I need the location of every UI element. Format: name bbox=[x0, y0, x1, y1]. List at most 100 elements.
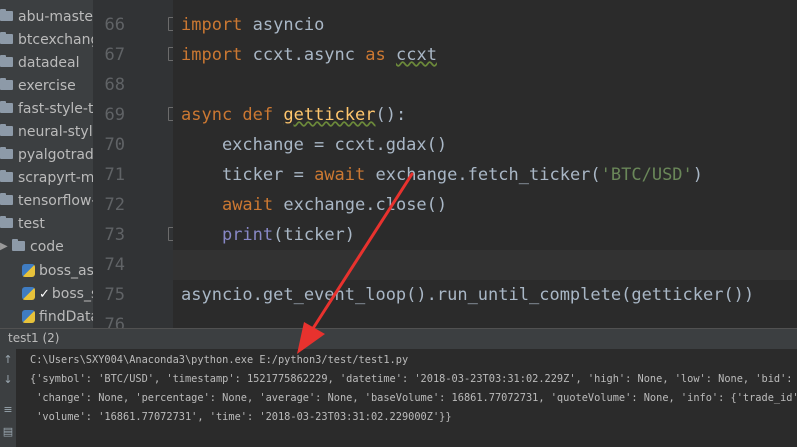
python-file-icon bbox=[22, 263, 35, 277]
tree-item-fast-style[interactable]: fast-style-tr bbox=[0, 98, 93, 120]
tree-item-label: code bbox=[30, 239, 64, 255]
tree-item-label: test bbox=[18, 216, 45, 232]
tree-item-label: pyalgotrade bbox=[18, 147, 93, 163]
tree-item-label: btcexchange bbox=[18, 32, 93, 48]
code-line-66: import asyncio bbox=[181, 10, 324, 40]
line-number: 71 bbox=[104, 165, 125, 185]
tree-item-neural-style[interactable]: neural-style bbox=[0, 121, 93, 143]
console-line: 'volume': '16861.77072731', 'time': '201… bbox=[30, 411, 452, 423]
line-number: 66 bbox=[104, 15, 125, 35]
keyword: as bbox=[365, 45, 386, 65]
tree-item-label: tensorflow- bbox=[18, 193, 93, 209]
tree-item-scrapyrt[interactable]: scrapyrt-ma bbox=[0, 167, 93, 189]
print-icon[interactable]: ▤ bbox=[2, 425, 14, 439]
tree-item-tensorflow[interactable]: tensorflow- bbox=[0, 190, 93, 212]
code-text: exchange.fetch_ticker( bbox=[365, 165, 601, 185]
line-number: 73 bbox=[104, 225, 125, 245]
keyword: import bbox=[181, 45, 243, 65]
code-line-69: async def getticker(): bbox=[181, 100, 406, 130]
code-text: ) bbox=[692, 165, 704, 185]
tree-item-exercise[interactable]: exercise bbox=[0, 75, 76, 97]
python-file-icon bbox=[22, 309, 35, 323]
keyword: await bbox=[221, 195, 274, 215]
tree-item-label: datadeal bbox=[18, 55, 80, 71]
tree-item-btcexchange[interactable]: btcexchange bbox=[0, 29, 93, 51]
code-text: (): bbox=[375, 105, 407, 125]
tree-item-finddata[interactable]: findData bbox=[22, 306, 93, 328]
folder-icon bbox=[0, 55, 13, 67]
scroll-icon[interactable]: ↓ bbox=[2, 373, 14, 387]
rerun-icon[interactable]: ↑ bbox=[2, 353, 14, 367]
console-line: {'symbol': 'BTC/USD', 'timestamp': 15217… bbox=[30, 373, 797, 385]
tree-item-code[interactable]: ▶ code bbox=[0, 236, 64, 258]
folder-icon bbox=[0, 147, 13, 159]
folder-icon bbox=[0, 101, 13, 113]
run-tab[interactable]: test1 (2) bbox=[8, 331, 60, 345]
tree-item-label: boss_s bbox=[51, 286, 93, 302]
keyword: await bbox=[314, 165, 366, 185]
code-text: exchange.close() bbox=[273, 195, 448, 215]
builtin-name: print bbox=[221, 225, 274, 245]
tree-item-pyalgotrade[interactable]: pyalgotrade bbox=[0, 144, 93, 166]
code-line-75: asyncio.get_event_loop().run_until_compl… bbox=[181, 285, 755, 305]
run-tool-window-header: test1 (2) bbox=[0, 328, 797, 349]
tree-item-label: exercise bbox=[18, 78, 76, 94]
code-text: ccxt bbox=[395, 45, 437, 65]
line-number: 68 bbox=[104, 75, 125, 95]
expand-arrow-icon[interactable]: ▶ bbox=[0, 236, 12, 258]
folder-icon bbox=[0, 78, 13, 90]
console-output[interactable]: C:\Users\SXY004\Anaconda3\python.exe E:/… bbox=[16, 349, 797, 447]
folder-icon bbox=[0, 32, 13, 44]
line-number: 70 bbox=[104, 135, 125, 155]
tree-item-label: findData bbox=[39, 309, 93, 325]
keyword: import bbox=[181, 15, 243, 35]
tree-item-label: fast-style-tr bbox=[18, 101, 93, 117]
check-icon: ✓ bbox=[39, 287, 50, 302]
tree-item-datadeal[interactable]: datadeal bbox=[0, 52, 80, 74]
editor-gutter: 66 67 68 69 70 71 72 73 74 75 76 bbox=[93, 0, 180, 335]
line-number: 75 bbox=[104, 285, 125, 305]
line-number: 74 bbox=[104, 255, 125, 275]
current-line-highlight bbox=[173, 250, 797, 280]
code-line-70: exchange = ccxt.gdax() bbox=[181, 135, 448, 155]
soft-wrap-icon[interactable]: ≡ bbox=[2, 403, 14, 417]
line-number: 72 bbox=[104, 195, 125, 215]
console-line: 'change': None, 'percentage': None, 'ave… bbox=[30, 392, 797, 404]
code-line-71: ticker = await exchange.fetch_ticker('BT… bbox=[181, 160, 703, 190]
folder-icon bbox=[0, 124, 13, 136]
code-text: ticker = bbox=[181, 165, 315, 185]
keyword: async bbox=[181, 105, 233, 125]
line-number: 69 bbox=[104, 105, 125, 125]
tree-item-boss-asy[interactable]: boss_asy bbox=[22, 260, 93, 282]
tree-item-label: scrapyrt-ma bbox=[18, 170, 93, 186]
tree-item-label: neural-style bbox=[18, 124, 93, 140]
folder-icon bbox=[12, 239, 25, 251]
keyword: def bbox=[232, 105, 284, 125]
folder-icon bbox=[0, 193, 13, 205]
folder-icon bbox=[0, 9, 13, 21]
folder-icon bbox=[0, 170, 13, 182]
string-literal: 'BTC/USD' bbox=[600, 165, 693, 185]
code-editor[interactable]: import asyncio import ccxt.async as ccxt… bbox=[173, 0, 797, 328]
code-line-73: print(ticker) bbox=[181, 220, 355, 250]
tree-item-boss-s[interactable]: ✓boss_s bbox=[22, 283, 93, 305]
tree-item-test[interactable]: test bbox=[0, 213, 45, 235]
folder-icon bbox=[0, 216, 13, 228]
code-text: ccxt.async bbox=[242, 45, 366, 65]
code-line-72: await exchange.close() bbox=[181, 190, 447, 220]
line-number: 67 bbox=[104, 45, 125, 65]
code-line-67: import ccxt.async as ccxt bbox=[181, 40, 437, 70]
tree-item-abu-master[interactable]: abu-master bbox=[0, 6, 93, 28]
tree-item-label: boss_asy bbox=[39, 263, 93, 279]
project-tree: abu-master btcexchange datadeal exercise… bbox=[0, 0, 93, 328]
function-name: getticker bbox=[283, 105, 376, 125]
tree-item-label: abu-master bbox=[18, 9, 93, 25]
code-text: (ticker) bbox=[273, 225, 356, 245]
python-file-icon bbox=[22, 286, 35, 300]
run-toolbar: ↑ ↓ ≡ ▤ bbox=[0, 349, 16, 447]
console-line: C:\Users\SXY004\Anaconda3\python.exe E:/… bbox=[30, 354, 409, 366]
code-text: asyncio bbox=[242, 15, 325, 35]
